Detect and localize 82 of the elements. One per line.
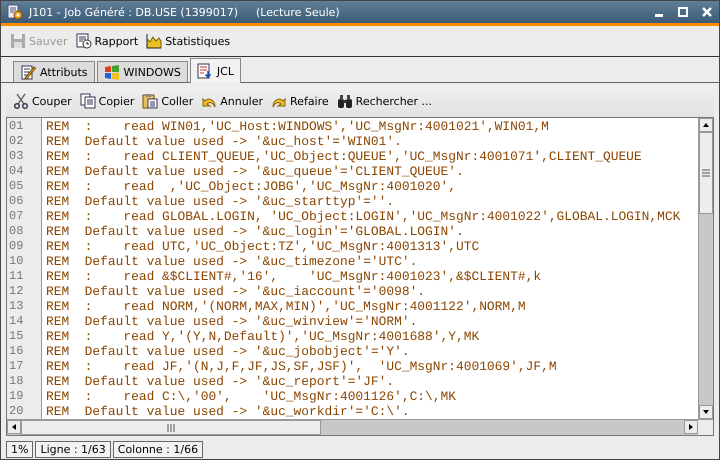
clipboard-icon — [142, 93, 158, 109]
line-number: 08 — [8, 224, 24, 239]
line-number: 16 — [8, 344, 24, 359]
code-line: REM : read UTC,'UC_Object:TZ','UC_MsgNr:4001313',UTC — [46, 239, 480, 254]
code-line: REM Default value used -> '&uc_queue'='CLIENT_QUEUE'. — [46, 164, 465, 179]
code-editor[interactable] — [6, 117, 714, 436]
line-number: 14 — [8, 314, 24, 329]
code-line: REM Default value used -> '&uc_timezone'='UTC'. — [46, 254, 418, 269]
status-field: Colonne : 1/66 — [112, 440, 204, 458]
line-number: 05 — [8, 179, 24, 194]
status-field: 1% — [6, 440, 34, 458]
line-number: 09 — [8, 239, 24, 254]
line-number: 18 — [8, 374, 24, 389]
statistics-button[interactable]: Statistiques — [143, 30, 234, 52]
line-number: 20 — [8, 404, 24, 419]
code-line: REM : read GLOBAL.LOGIN, 'UC_Object:LOGIN','UC_MsgNr:4001022',GLOBAL.LOGIN,MCK — [46, 209, 682, 224]
vertical-scrollbar[interactable] — [698, 118, 713, 419]
paste-button[interactable]: Coller — [139, 90, 196, 112]
maximize-button[interactable] — [677, 6, 689, 18]
script-arrow-icon — [196, 63, 213, 79]
line-number: 17 — [8, 359, 24, 374]
copy-icon — [80, 93, 96, 109]
line-number: 01 — [8, 119, 24, 134]
binoculars-icon — [336, 93, 353, 109]
right-arrow-icon — [687, 423, 695, 431]
pencil-document-icon — [20, 64, 36, 80]
tab[interactable]: JCL — [190, 58, 241, 83]
tab[interactable]: WINDOWS — [96, 61, 188, 82]
code-line: REM Default value used -> '&uc_jobobject'='Y'. — [46, 344, 411, 359]
scroll-down-button[interactable] — [699, 405, 713, 419]
up-arrow-icon — [702, 121, 710, 129]
code-line: REM : read Y,'(Y,N,Default)','UC_MsgNr:4001688',Y,MK — [46, 329, 480, 344]
scroll-right-button[interactable] — [684, 420, 698, 434]
code-line: REM : read JF,'(N,J,F,JF,JS,SF,JSF)', 'UC_MsgNr:4001069',JF,M — [46, 359, 558, 374]
document-gear-icon — [7, 4, 23, 20]
undo-button[interactable]: Annuler — [198, 90, 266, 112]
line-number: 10 — [8, 254, 24, 269]
line-number: 03 — [8, 149, 24, 164]
code-line: REM Default value used -> '&uc_host'='WIN01'. — [46, 134, 403, 149]
code-line: REM : read ,'UC_Object:JOBG','UC_MsgNr:4001020', — [46, 179, 457, 194]
line-number: 02 — [8, 134, 24, 149]
scroll-up-button[interactable] — [699, 118, 713, 132]
code-line: REM : read NORM,'(NORM,MAX,MIN)','UC_MsgNr:4001122',NORM,M — [46, 299, 527, 314]
code-line: REM : read CLIENT_QUEUE,'UC_Object:QUEUE','UC_MsgNr:4001071',CLIENT_QUEUE — [46, 149, 643, 164]
search-button[interactable]: Rechercher ... — [334, 90, 435, 112]
code-line: REM Default value used -> '&uc_report'='JF'. — [46, 374, 396, 389]
left-arrow-icon — [10, 423, 18, 431]
area-chart-icon — [146, 33, 162, 49]
code-line: REM : read &$CLIENT#,'16', 'UC_MsgNr:4001023',&$CLIENT#,k — [46, 269, 542, 284]
line-number: 12 — [8, 284, 24, 299]
line-number: 06 — [8, 194, 24, 209]
window-title: J101 - Job Généré : DB.USE (1399017) — [29, 6, 238, 18]
code-line: REM Default value used -> '&uc_iaccount'='0098'. — [46, 284, 426, 299]
scroll-thumb[interactable] — [699, 132, 713, 214]
code-line: REM Default value used -> '&uc_starttyp'=''. — [46, 194, 396, 209]
status-field: Ligne : 1/63 — [35, 440, 111, 458]
tab[interactable]: Attributs — [13, 61, 95, 82]
code-line: REM : read C:\,'00', 'UC_MsgNr:4001126',C:\,MK — [46, 389, 457, 404]
code-line: REM Default value used -> '&uc_workdir'='C:\'. — [46, 404, 411, 419]
scrollbar-corner — [698, 420, 713, 435]
line-number: 04 — [8, 164, 24, 179]
redo-button[interactable]: Refaire — [268, 90, 332, 112]
close-button[interactable] — [701, 6, 713, 18]
windows-flag-icon — [104, 64, 120, 80]
cut-button[interactable]: Couper — [10, 90, 75, 112]
line-number: 13 — [8, 299, 24, 314]
report-clock-icon — [76, 33, 92, 49]
line-number: 07 — [8, 209, 24, 224]
scroll-left-button[interactable] — [7, 420, 21, 434]
code-line: REM Default value used -> '&uc_login'='GLOBAL.LOGIN'. — [46, 224, 465, 239]
copy-button[interactable]: Copier — [76, 90, 138, 112]
code-line: REM : read WIN01,'UC_Host:WINDOWS','UC_MsgNr:4001021',WIN01,M — [46, 119, 550, 134]
read-only-note: (Lecture Seule) — [256, 6, 340, 18]
line-number: 15 — [8, 329, 24, 344]
horizontal-scrollbar[interactable] — [7, 420, 698, 435]
scissors-icon — [13, 93, 29, 109]
down-arrow-icon — [702, 408, 710, 416]
scroll-thumb[interactable] — [21, 420, 321, 435]
report-button[interactable]: Rapport — [72, 30, 142, 52]
line-number: 19 — [8, 389, 24, 404]
code-line: REM Default value used -> '&uc_winview'='NORM'. — [46, 314, 418, 329]
line-number: 11 — [8, 269, 24, 284]
